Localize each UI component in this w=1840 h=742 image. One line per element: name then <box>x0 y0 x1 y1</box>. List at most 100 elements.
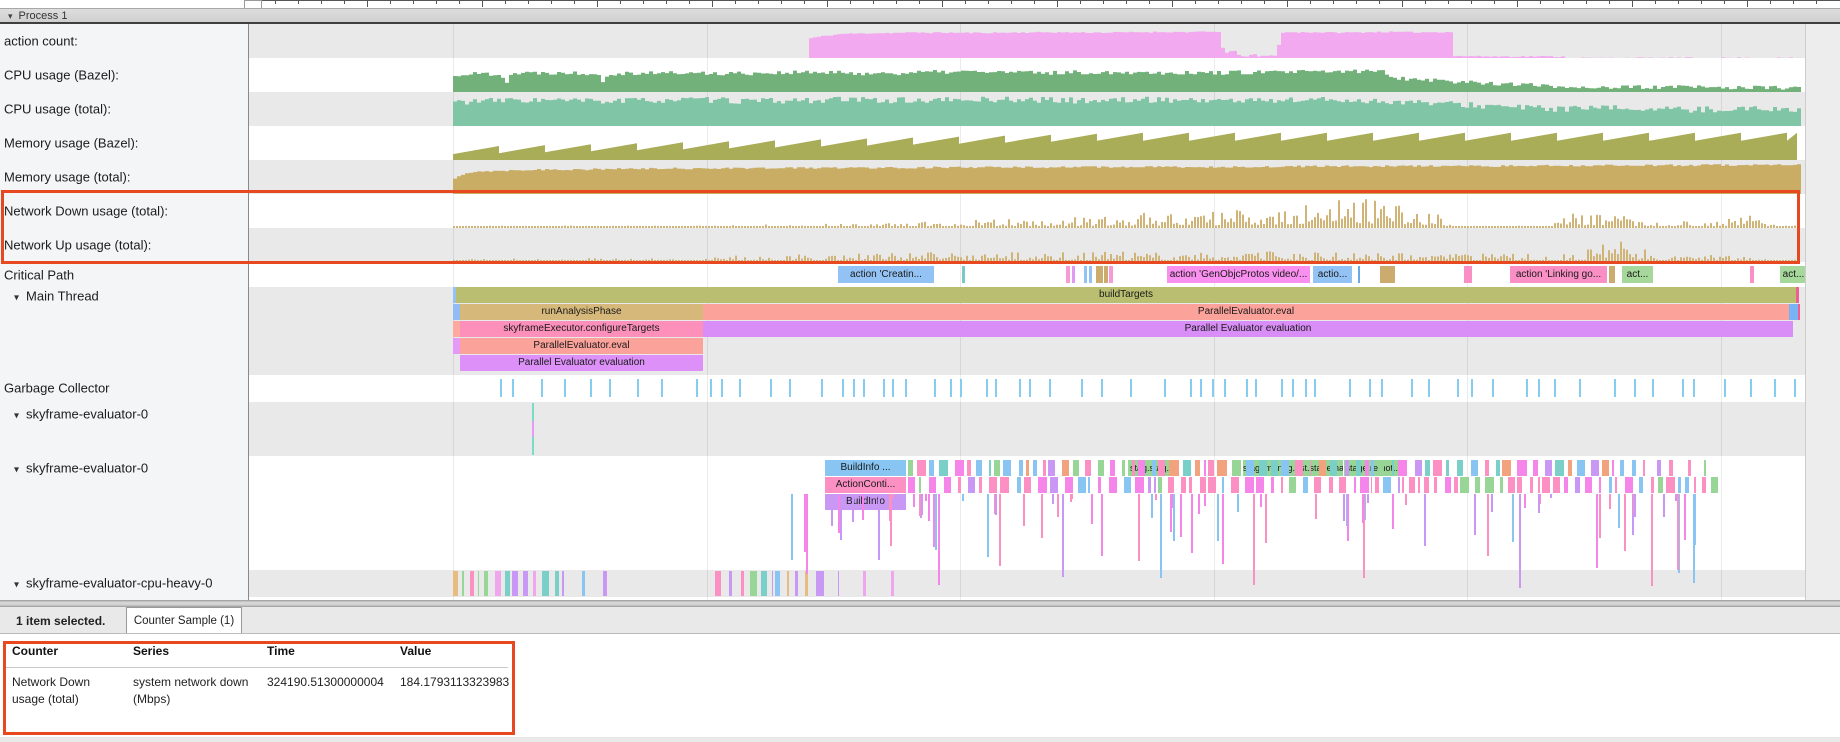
slice-sliver[interactable] <box>1330 460 1337 476</box>
chart-action-count[interactable] <box>249 24 1840 58</box>
gc-event-tick[interactable] <box>1200 379 1202 397</box>
slice-sliver[interactable] <box>1259 460 1266 476</box>
chart-cpu-usage-bazel[interactable] <box>249 58 1840 92</box>
slice-drip[interactable] <box>1170 494 1172 532</box>
slice-drip[interactable] <box>1618 494 1620 528</box>
slice-sliver[interactable] <box>533 571 536 596</box>
slice-sliver[interactable] <box>512 571 518 596</box>
slice-sliver[interactable] <box>979 477 982 493</box>
slice-drip[interactable] <box>1651 494 1653 586</box>
slice-drip[interactable] <box>1524 494 1526 508</box>
slice-drip[interactable] <box>1265 494 1267 543</box>
slice-sliver[interactable] <box>1281 460 1289 476</box>
slice-sliver[interactable] <box>1651 477 1655 493</box>
slice-sliver[interactable] <box>1415 460 1422 476</box>
table-header-time[interactable]: Time <box>267 644 295 658</box>
timeline-ruler[interactable] <box>0 0 1840 8</box>
gc-event-tick[interactable] <box>934 379 936 397</box>
slice-drip[interactable] <box>831 494 833 526</box>
slice-sliver[interactable] <box>1088 477 1091 493</box>
slice-sliver[interactable] <box>1542 477 1550 493</box>
gc-event-tick[interactable] <box>1190 379 1192 397</box>
slice-sliver[interactable] <box>1231 477 1239 493</box>
slice-sliver[interactable] <box>505 571 509 596</box>
slice-sliver[interactable] <box>1508 477 1514 493</box>
slice-sliver[interactable] <box>1375 477 1379 493</box>
slice-sliver[interactable] <box>1392 460 1394 476</box>
gc-event-tick[interactable] <box>995 379 997 397</box>
slice-sliver[interactable] <box>1517 477 1522 493</box>
slice-sliver[interactable] <box>1545 460 1551 476</box>
slice-sliver[interactable] <box>1078 477 1085 493</box>
slice-sliver[interactable] <box>1434 477 1437 493</box>
gc-event-tick[interactable] <box>1381 379 1383 397</box>
slice-drip[interactable] <box>1237 494 1239 512</box>
collapse-arrow-icon[interactable]: ▾ <box>14 411 19 422</box>
slice-sliver[interactable] <box>1446 460 1449 476</box>
slice-sliver[interactable] <box>1135 477 1144 493</box>
slice-drip[interactable] <box>1538 494 1540 513</box>
span-sliver[interactable] <box>453 321 460 337</box>
slice-drip[interactable] <box>862 494 864 520</box>
slice-drip[interactable] <box>1091 494 1093 524</box>
gc-event-tick[interactable] <box>696 379 698 397</box>
slice-sliver[interactable] <box>1599 477 1601 493</box>
slice-sliver[interactable] <box>1496 460 1501 476</box>
slice-sliver[interactable] <box>1017 477 1021 493</box>
slice-sliver[interactable] <box>955 460 964 476</box>
slice-sliver[interactable] <box>838 571 839 596</box>
span-parallel-evaluator-evaluation[interactable]: Parallel Evaluator evaluation <box>703 321 1793 337</box>
slice-sliver[interactable] <box>1383 477 1391 493</box>
slice-sliver[interactable] <box>1003 460 1011 476</box>
gc-event-tick[interactable] <box>609 379 611 397</box>
slice-sliver[interactable] <box>1339 477 1346 493</box>
gc-event-tick[interactable] <box>661 379 663 397</box>
slice-sliver[interactable] <box>1360 477 1369 493</box>
slice-drip[interactable] <box>921 494 923 515</box>
slice-drip[interactable] <box>1101 494 1103 556</box>
slice-drip[interactable] <box>1624 494 1626 551</box>
span-sliver[interactable] <box>532 421 534 437</box>
slice-drip[interactable] <box>1405 494 1407 505</box>
slice-sliver[interactable] <box>1500 477 1503 493</box>
gc-event-tick[interactable] <box>1305 379 1307 397</box>
span-sliver[interactable] <box>1609 266 1615 283</box>
slice-drip[interactable] <box>1596 494 1598 568</box>
gc-event-tick[interactable] <box>1411 379 1413 397</box>
slice-sliver[interactable] <box>994 460 1000 476</box>
gc-event-tick[interactable] <box>739 379 741 397</box>
slice-sliver[interactable] <box>1208 460 1214 476</box>
slice-sliver[interactable] <box>562 571 564 596</box>
slice-sliver[interactable] <box>1702 477 1706 493</box>
slice-sliver[interactable] <box>1195 460 1201 476</box>
slice-drip[interactable] <box>935 494 937 550</box>
slice-drip[interactable] <box>1198 494 1200 514</box>
gc-event-tick[interactable] <box>1049 379 1051 397</box>
slice-drip[interactable] <box>1424 494 1426 546</box>
gc-event-tick[interactable] <box>1101 379 1103 397</box>
slice-sliver[interactable] <box>1085 460 1091 476</box>
slice-sliver[interactable] <box>1591 460 1599 476</box>
span-sliver[interactable] <box>1358 266 1360 283</box>
gc-event-tick[interactable] <box>770 379 772 397</box>
slice-sliver[interactable] <box>1271 477 1274 493</box>
slice-drip[interactable] <box>1151 494 1153 518</box>
gc-event-tick[interactable] <box>892 379 894 397</box>
slice-drip[interactable] <box>1062 494 1064 577</box>
span-sliver[interactable] <box>1798 304 1800 320</box>
chart-memory-usage-bazel[interactable] <box>249 126 1840 160</box>
slice-sliver[interactable] <box>1295 460 1303 476</box>
slice-sliver[interactable] <box>1109 477 1117 493</box>
slice-sliver[interactable] <box>484 571 488 596</box>
gc-event-tick[interactable] <box>883 379 885 397</box>
gc-event-tick[interactable] <box>1369 379 1371 397</box>
slice-sliver[interactable] <box>1319 460 1325 476</box>
slice-sliver[interactable] <box>1124 477 1132 493</box>
slice-sliver[interactable] <box>775 571 780 596</box>
slice-sliver[interactable] <box>917 460 926 476</box>
slice-sliver[interactable] <box>1409 477 1415 493</box>
slice-sliver[interactable] <box>1502 460 1511 476</box>
slice-drip[interactable] <box>1180 494 1182 537</box>
gc-event-tick[interactable] <box>986 379 988 397</box>
slice-sliver[interactable] <box>1418 477 1420 493</box>
